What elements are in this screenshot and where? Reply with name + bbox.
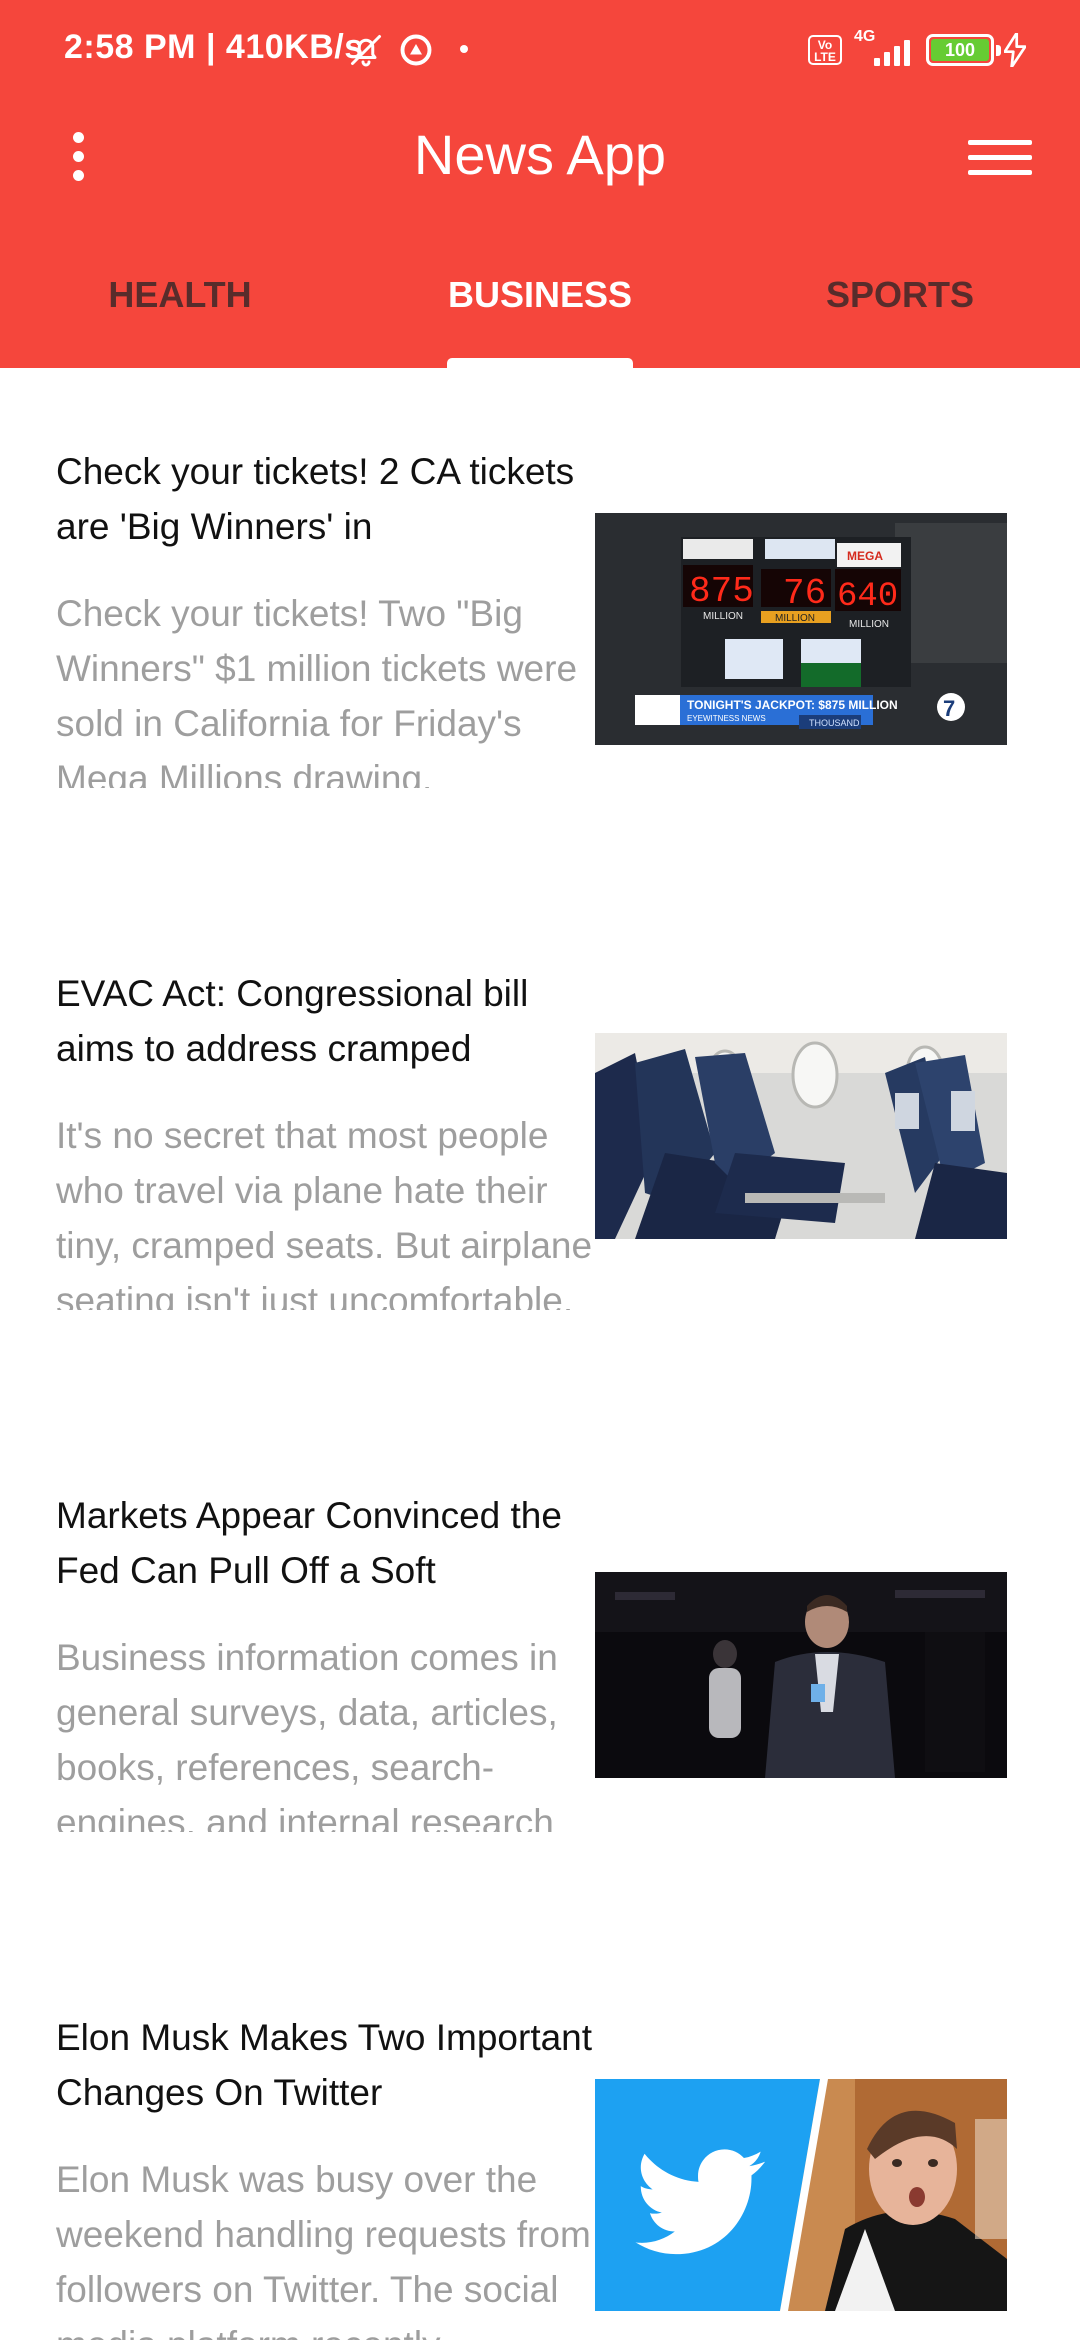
article-card[interactable]: Markets Appear Convinced the Fed Can Pul…	[0, 1412, 1080, 1932]
image-thousand-label: THOUSAND	[809, 718, 860, 728]
twitter-musk-image	[595, 2079, 1007, 2311]
app-bar: News App	[0, 100, 1080, 210]
app-header: 2:58 PM | 410KB/s Vo LTE 4G 100 News App…	[0, 0, 1080, 368]
article-title: Markets Appear Convinced the Fed Can Pul…	[56, 1495, 562, 1591]
category-tabs: HEALTH BUSINESS SPORTS	[0, 240, 1080, 368]
image-banner-sub: EYEWITNESS NEWS	[687, 714, 766, 723]
data-saver-icon	[400, 34, 432, 66]
jackpot-value-1: 875	[689, 571, 754, 612]
article-card[interactable]: EVAC Act: Congressional bill aims to add…	[0, 890, 1080, 1410]
jackpot-unit-2: MILLION	[775, 613, 815, 624]
network-type: 4G	[854, 28, 876, 45]
article-thumbnail	[595, 2079, 1007, 2311]
signal-strength-icon: 4G	[852, 28, 916, 70]
status-time: 2:58 PM	[64, 28, 196, 66]
article-title: EVAC Act: Congressional bill aims to add…	[56, 973, 529, 1069]
tab-business[interactable]: BUSINESS	[360, 240, 720, 368]
status-right-icons: Vo LTE 4G 100	[808, 28, 1026, 72]
article-description: Check your tickets! Two "Big Winners" $1…	[56, 593, 578, 788]
battery-level: 100	[931, 39, 989, 61]
app-title: News App	[413, 123, 667, 186]
article-card[interactable]: Check your tickets! 2 CA tickets are 'Bi…	[0, 368, 1080, 888]
article-thumbnail: MEGA 875 76 640 MILLION MILLION MILLION …	[595, 513, 1007, 745]
jackpot-unit-1: MILLION	[703, 611, 743, 622]
tab-sports[interactable]: SPORTS	[720, 240, 1080, 368]
volte-icon: Vo LTE	[808, 35, 842, 65]
article-card[interactable]: Elon Musk Makes Two Important Changes On…	[0, 1934, 1080, 2340]
article-title: Elon Musk Makes Two Important Changes On…	[56, 2017, 593, 2113]
airplane-seats-image	[595, 1033, 1007, 1239]
jackpot-value-3: 640	[837, 578, 898, 616]
svg-text:MEGA: MEGA	[847, 549, 883, 563]
jackpot-unit-3: MILLION	[849, 619, 889, 630]
article-description: Elon Musk was busy over the weekend hand…	[56, 2159, 591, 2340]
channel-logo: 7	[943, 696, 955, 721]
jackpot-value-2: 76	[783, 573, 826, 614]
bell-off-icon	[351, 35, 381, 67]
status-left-icons	[348, 28, 434, 72]
status-bar: 2:58 PM | 410KB/s Vo LTE 4G 100	[0, 0, 1080, 100]
notification-dot	[460, 45, 468, 53]
status-time-speed: 2:58 PM | 410KB/s	[64, 28, 364, 66]
hamburger-icon[interactable]	[968, 130, 1032, 184]
image-banner-text: TONIGHT'S JACKPOT: $875 MILLION	[687, 698, 898, 712]
tab-health[interactable]: HEALTH	[0, 240, 360, 368]
charging-bolt-icon	[1004, 33, 1026, 67]
article-description: It's no secret that most people who trav…	[56, 1115, 593, 1310]
active-tab-indicator	[447, 358, 633, 368]
trader-image	[595, 1572, 1007, 1778]
article-thumbnail	[595, 1572, 1007, 1778]
lottery-board-image: MEGA 875 76 640 MILLION MILLION MILLION …	[595, 513, 1007, 745]
battery-icon: 100	[926, 34, 1001, 66]
article-thumbnail	[595, 1033, 1007, 1239]
status-network-speed: 410KB/s	[225, 28, 364, 66]
article-title: Check your tickets! 2 CA tickets are 'Bi…	[56, 451, 575, 547]
article-description: Business information comes in general su…	[56, 1637, 558, 1832]
